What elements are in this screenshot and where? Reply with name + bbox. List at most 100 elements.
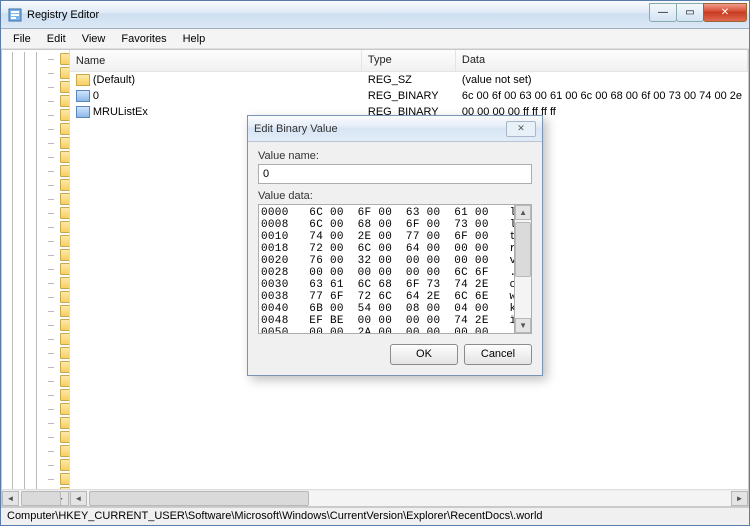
hex-vscrollbar[interactable]: ▲ ▼: [515, 204, 532, 334]
tree-node[interactable]: .tif: [2, 346, 69, 360]
string-value-icon: [76, 74, 90, 86]
folder-icon: [60, 81, 69, 93]
col-name[interactable]: Name: [70, 50, 362, 71]
ok-button[interactable]: OK: [390, 344, 458, 365]
value-type: REG_BINARY: [362, 90, 456, 102]
folder-icon: [60, 431, 69, 443]
menu-edit[interactable]: Edit: [39, 31, 74, 47]
folder-icon: [60, 221, 69, 233]
folder-icon: [60, 389, 69, 401]
value-data-label: Value data:: [258, 190, 532, 202]
tree-node[interactable]: .txt: [2, 430, 69, 444]
menu-file[interactable]: File: [5, 31, 39, 47]
folder-icon: [60, 249, 69, 261]
registry-editor-window: Registry Editor — ▭ ✕ File Edit View Fav…: [0, 0, 750, 526]
value-row[interactable]: 0 REG_BINARY6c 00 6f 00 63 00 61 00 6c 00…: [70, 88, 748, 104]
folder-icon: [60, 193, 69, 205]
scroll-right-icon[interactable]: ►: [731, 491, 748, 506]
cancel-button[interactable]: Cancel: [464, 344, 532, 365]
value-name: (Default): [93, 74, 135, 86]
tree-node[interactable]: .svg: [2, 262, 69, 276]
tree-node[interactable]: .tex2014: [2, 318, 69, 332]
value-data: (value not set): [456, 74, 748, 86]
tree-node[interactable]: .py: [2, 108, 69, 122]
tree-pane[interactable]: .ppsx.ppt.psd.pst.py.rar.rbz.rtf.SP2.src…: [2, 50, 70, 506]
folder-icon: [60, 473, 69, 485]
tree-node[interactable]: .rbz: [2, 136, 69, 150]
close-button[interactable]: ✕: [703, 3, 747, 22]
tree-hscrollbar[interactable]: ◄ ►: [2, 489, 69, 506]
maximize-button[interactable]: ▭: [676, 3, 704, 22]
dialog-title-bar[interactable]: Edit Binary Value ✕: [248, 116, 542, 142]
tree-node[interactable]: .pst: [2, 94, 69, 108]
dialog-close-button[interactable]: ✕: [506, 121, 536, 137]
title-bar[interactable]: Registry Editor — ▭ ✕: [1, 1, 749, 29]
value-name-input[interactable]: [258, 164, 532, 184]
value-data: 6c 00 6f 00 63 00 61 00 6c 00 68 00 6f 0…: [456, 90, 748, 102]
tree-node[interactable]: .rtf: [2, 150, 69, 164]
folder-icon: [60, 67, 69, 79]
binary-value-icon: [76, 90, 90, 102]
tree-node[interactable]: .tiff: [2, 360, 69, 374]
folder-icon: [60, 53, 69, 65]
scroll-down-icon[interactable]: ▼: [515, 318, 531, 333]
value-name: MRUListEx: [93, 106, 148, 118]
folder-icon: [60, 263, 69, 275]
tree-node[interactable]: .vcf: [2, 472, 69, 486]
value-name: 0: [93, 90, 99, 102]
tree-node[interactable]: .url: [2, 444, 69, 458]
minimize-button[interactable]: —: [649, 3, 677, 22]
col-type[interactable]: Type: [362, 50, 456, 71]
menu-view[interactable]: View: [74, 31, 114, 47]
tree-node[interactable]: .sup: [2, 248, 69, 262]
scroll-left-icon[interactable]: ◄: [70, 491, 87, 506]
dialog-title: Edit Binary Value: [254, 123, 506, 135]
folder-icon: [60, 361, 69, 373]
folder-icon: [60, 179, 69, 191]
tree-node[interactable]: .tpp: [2, 388, 69, 402]
scroll-up-icon[interactable]: ▲: [515, 205, 531, 220]
status-bar: Computer\HKEY_CURRENT_USER\Software\Micr…: [1, 507, 749, 525]
value-data-hex-editor[interactable]: 0000 6C 00 6F 00 63 00 61 00 l.o.c.a. 00…: [258, 204, 515, 334]
folder-icon: [60, 305, 69, 317]
window-title: Registry Editor: [27, 9, 650, 21]
folder-icon: [60, 165, 69, 177]
menu-help[interactable]: Help: [175, 31, 214, 47]
tree-node[interactable]: .tex2013: [2, 304, 69, 318]
tree-node[interactable]: .torrent: [2, 374, 69, 388]
folder-icon: [60, 123, 69, 135]
folder-icon: [60, 277, 69, 289]
col-data[interactable]: Data: [456, 50, 748, 71]
folder-icon: [60, 95, 69, 107]
binary-value-icon: [76, 106, 90, 118]
folder-icon: [60, 403, 69, 415]
folder-icon: [60, 137, 69, 149]
tree-node[interactable]: .SP2: [2, 164, 69, 178]
tree-node[interactable]: .ppsx: [2, 52, 69, 66]
folder-icon: [60, 319, 69, 331]
scroll-thumb[interactable]: [21, 491, 61, 506]
tree-node[interactable]: .TTF: [2, 416, 69, 430]
tree-node[interactable]: .tar: [2, 290, 69, 304]
menu-favorites[interactable]: Favorites: [113, 31, 174, 47]
value-row[interactable]: (Default)REG_SZ(value not set): [70, 72, 748, 88]
scroll-thumb[interactable]: [515, 222, 531, 277]
scroll-left-icon[interactable]: ◄: [2, 491, 19, 506]
edit-binary-dialog: Edit Binary Value ✕ Value name: Value da…: [247, 115, 543, 376]
scroll-thumb[interactable]: [89, 491, 309, 506]
folder-icon: [60, 291, 69, 303]
tree-node[interactable]: .tgz: [2, 332, 69, 346]
tree-node[interactable]: .rar: [2, 122, 69, 136]
folder-icon: [60, 445, 69, 457]
tree-node[interactable]: .ppt: [2, 66, 69, 80]
tree-node[interactable]: .v: [2, 458, 69, 472]
tree-node[interactable]: .src: [2, 178, 69, 192]
tree-node[interactable]: .srt: [2, 192, 69, 206]
tree-node[interactable]: .swf: [2, 276, 69, 290]
tree-node[interactable]: .ssa: [2, 206, 69, 220]
tree-node[interactable]: .psd: [2, 80, 69, 94]
tree-node[interactable]: .ts: [2, 402, 69, 416]
list-hscrollbar[interactable]: ◄ ►: [70, 489, 748, 506]
tree-node[interactable]: .sum: [2, 234, 69, 248]
tree-node[interactable]: .sub: [2, 220, 69, 234]
